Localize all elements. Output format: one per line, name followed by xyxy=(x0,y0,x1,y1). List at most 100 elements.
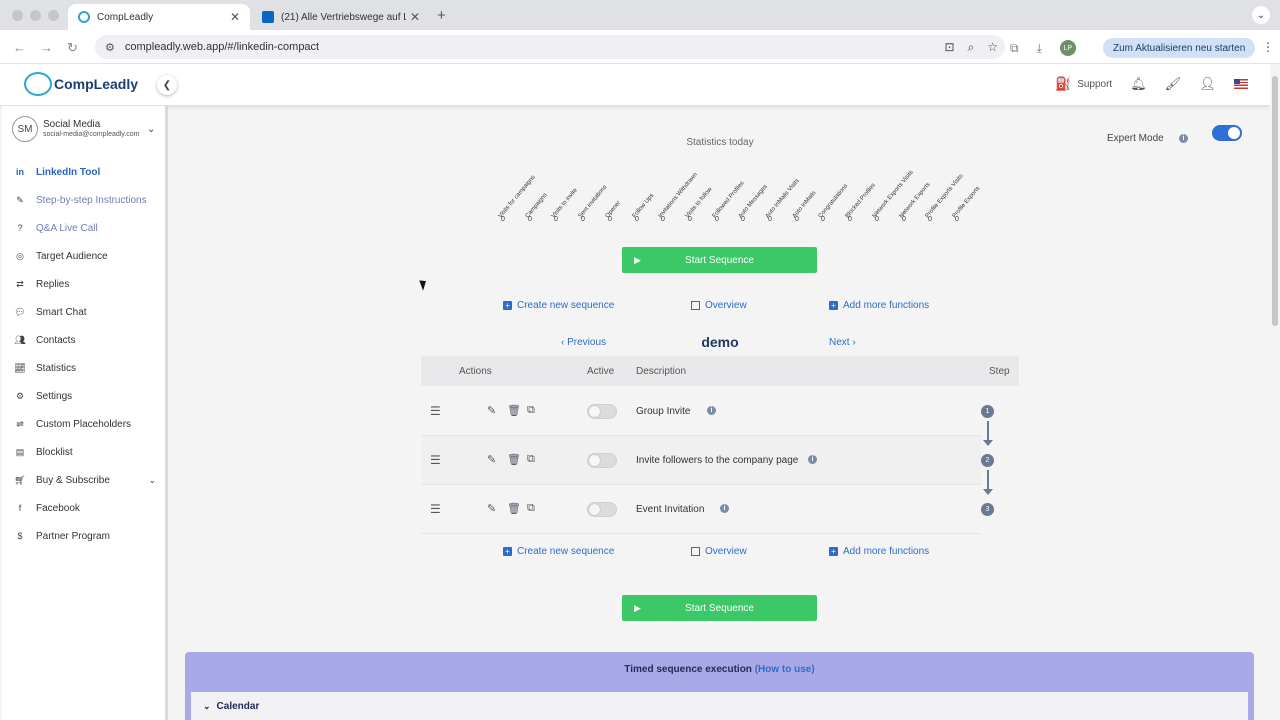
profile-avatar[interactable]: LP xyxy=(1059,40,1076,56)
window-controls[interactable] xyxy=(12,10,59,21)
trash-icon[interactable]: 🗑︎ xyxy=(507,404,521,417)
info-icon[interactable]: i xyxy=(1179,134,1188,143)
url-input[interactable]: ⚙ compleadly.web.app/#/linkedin-compact xyxy=(95,35,1005,59)
sidebar-item-partner-program[interactable]: $ Partner Program xyxy=(14,528,164,544)
timed-sequence-title: Timed sequence execution (How to use) xyxy=(185,664,1254,675)
info-icon[interactable]: i xyxy=(720,504,729,513)
sidebar-item-label: Smart Chat xyxy=(36,306,87,318)
sidebar-item-smart-chat[interactable]: 💬︎ Smart Chat xyxy=(14,304,164,320)
create-new-sequence-link[interactable]: + Create new sequence xyxy=(503,300,614,311)
drag-handle-icon[interactable]: ☰ xyxy=(430,453,441,467)
browser-tab-linkedin[interactable]: (21) Alle Vertriebswege auf Li ✕ xyxy=(252,4,430,30)
bell-icon[interactable]: 🔔︎ xyxy=(1130,76,1147,92)
info-icon[interactable]: i xyxy=(707,406,716,415)
sidebar-item-custom-placeholders[interactable]: ⇌ Custom Placeholders xyxy=(14,416,164,432)
scrollbar-thumb[interactable] xyxy=(1272,76,1278,326)
create-new-sequence-link[interactable]: + Create new sequence xyxy=(503,546,614,557)
stat-value: 0 xyxy=(501,216,505,223)
timed-sequence-panel: Timed sequence execution (How to use) ⌄ … xyxy=(185,652,1254,720)
edit-icon[interactable]: ✎ xyxy=(487,502,496,515)
sequence-name: demo xyxy=(701,334,739,350)
sidebar-item-target-audience[interactable]: ◎ Target Audience xyxy=(14,248,164,264)
info-icon[interactable]: i xyxy=(808,455,817,464)
how-to-use-link[interactable]: (How to use) xyxy=(755,664,815,675)
sidebar-item-label: Target Audience xyxy=(36,250,108,262)
expert-mode-toggle[interactable] xyxy=(1212,125,1242,141)
sidebar-item-blocklist[interactable]: ▤ Blocklist xyxy=(14,444,164,460)
install-icon[interactable]: ⊡ xyxy=(944,40,954,55)
new-tab-icon[interactable]: + xyxy=(437,7,446,24)
active-toggle[interactable] xyxy=(587,453,617,468)
trash-icon[interactable]: 🗑︎ xyxy=(507,453,521,466)
copy-icon[interactable]: ⧉ xyxy=(527,502,535,515)
stat-column: Visits to follow 0 xyxy=(685,170,714,230)
sidebar-item-facebook[interactable]: f Facebook xyxy=(14,500,164,516)
close-icon[interactable]: ✕ xyxy=(230,10,240,24)
copy-icon[interactable]: ⧉ xyxy=(527,453,535,466)
start-sequence-button[interactable]: ▶ Start Sequence xyxy=(622,247,817,273)
close-icon[interactable]: ✕ xyxy=(410,10,420,24)
sidebar-item-replies[interactable]: ⇄ Replies xyxy=(14,276,164,292)
logo-text: CompLeadly xyxy=(54,76,139,92)
chevron-down-icon[interactable]: ⌄ xyxy=(147,124,155,135)
paint-roller-icon[interactable]: 🖌︎ xyxy=(1165,76,1182,92)
sidebar-item-buy-subscribe[interactable]: 🛒︎ Buy & Subscribe ⌄ xyxy=(14,472,164,488)
reload-icon[interactable]: ↻ xyxy=(67,40,78,56)
plus-icon: + xyxy=(829,547,838,556)
support-button[interactable]: ⛽ Support xyxy=(1055,76,1112,92)
update-button[interactable]: Zum Aktualisieren neu starten xyxy=(1103,38,1256,58)
forward-icon[interactable]: → xyxy=(40,40,53,55)
calendar-accordion[interactable]: ⌄ Calendar xyxy=(191,692,1248,720)
active-toggle[interactable] xyxy=(587,502,617,517)
user-menu[interactable]: SM Social Media social-media@compleadly.… xyxy=(12,112,162,146)
user-icon[interactable]: 👤︎ xyxy=(1199,76,1216,92)
sidebar-item-contacts[interactable]: 👥︎ Contacts xyxy=(14,332,164,348)
sidebar-item-label: Facebook xyxy=(36,502,80,514)
add-more-functions-link[interactable]: + Add more functions xyxy=(829,300,929,311)
add-more-functions-link[interactable]: + Add more functions xyxy=(829,546,929,557)
sidebar-item-label: Partner Program xyxy=(36,530,110,542)
previous-label: Previous xyxy=(567,337,607,348)
download-icon[interactable]: ⤓ xyxy=(1037,41,1042,56)
stat-value: 0 xyxy=(554,216,558,223)
stat-value: 0 xyxy=(955,216,959,223)
us-flag-icon[interactable] xyxy=(1233,79,1248,89)
edit-icon[interactable]: ✎ xyxy=(487,453,496,466)
logo[interactable]: CompLeadly xyxy=(24,72,138,96)
page-scrollbar[interactable] xyxy=(1270,64,1280,720)
trash-icon[interactable]: 🗑︎ xyxy=(507,502,521,515)
overview-link[interactable]: Overview xyxy=(691,546,747,557)
drag-handle-icon[interactable]: ☰ xyxy=(430,502,441,516)
extensions-icon[interactable]: ⧉ xyxy=(1010,41,1019,56)
drag-handle-icon[interactable]: ☰ xyxy=(430,404,441,418)
site-settings-icon[interactable]: ⚙ xyxy=(105,41,115,54)
chevron-down-icon[interactable]: ⌄ xyxy=(1252,6,1270,24)
start-sequence-button[interactable]: ▶ Start Sequence xyxy=(622,595,817,621)
sidebar: SM Social Media social-media@compleadly.… xyxy=(2,106,168,720)
star-icon[interactable]: ☆ xyxy=(987,40,998,55)
sidebar-item-qa-live-call[interactable]: ? Q&A Live Call xyxy=(14,220,164,236)
timed-title-text: Timed sequence execution xyxy=(624,664,752,675)
sidebar-item-linkedin-tool[interactable]: in LinkedIn Tool xyxy=(14,164,164,180)
sidebar-item-instructions[interactable]: ✎ Step-by-step Instructions xyxy=(14,192,164,208)
active-toggle[interactable] xyxy=(587,404,617,419)
stat-value: 0 xyxy=(688,216,692,223)
stat-value: 0 xyxy=(848,216,852,223)
blocklist-icon: ▤ xyxy=(15,446,25,457)
back-icon[interactable]: ← xyxy=(13,40,26,55)
collapse-sidebar-button[interactable]: ❮ xyxy=(157,75,177,95)
overview-link[interactable]: Overview xyxy=(691,300,747,311)
sidebar-item-settings[interactable]: ⚙ Settings xyxy=(14,388,164,404)
browser-tab-compleadly[interactable]: CompLeadly ✕ xyxy=(68,4,250,30)
more-icon[interactable]: ⋮ xyxy=(1262,40,1274,54)
previous-sequence-button[interactable]: ‹ Previous xyxy=(561,337,606,348)
next-sequence-button[interactable]: Next › xyxy=(829,337,856,348)
stat-column: Auto InMails 0 xyxy=(792,170,821,230)
header-active: Active xyxy=(587,366,615,377)
edit-icon[interactable]: ✎ xyxy=(487,404,496,417)
stat-column: Profile Exports 0 xyxy=(952,170,982,230)
copy-icon[interactable]: ⧉ xyxy=(527,404,535,417)
sidebar-item-statistics[interactable]: 📈︎ Statistics xyxy=(14,360,164,376)
zoom-icon[interactable]: ⌕ xyxy=(968,40,975,55)
grid-icon xyxy=(691,301,700,310)
